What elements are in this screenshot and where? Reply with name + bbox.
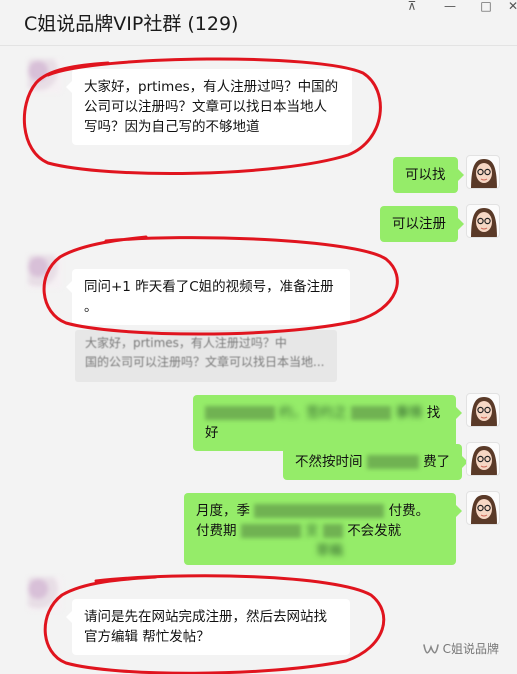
girl-avatar-icon [471, 208, 497, 237]
message-text: 不然按时间 [295, 454, 363, 470]
message-line: 公司可以注册吗？文章可以找日本当地人 [84, 99, 327, 115]
message-line: 。 [84, 299, 98, 315]
redacted-text [205, 406, 275, 420]
redacted-text [240, 524, 301, 538]
chat-area[interactable]: 大家好，prtimes，有人注册过吗？中国的 公司可以注册吗？文章可以找日本当地… [0, 47, 517, 674]
message-line: 文 [305, 523, 319, 539]
girl-avatar-icon [471, 495, 497, 524]
message-line: 请问是先在网站完成注册，然后去网站找 [84, 609, 327, 625]
avatar[interactable] [466, 491, 500, 525]
avatar[interactable] [28, 255, 62, 289]
message-line: 官方编辑 帮忙发帖？ [84, 629, 210, 645]
message-text: 事情 [395, 405, 423, 421]
message-line: 付费期 [196, 523, 237, 539]
avatar[interactable] [466, 204, 500, 238]
message-bubble-outgoing[interactable]: 可以注册 [380, 206, 464, 242]
message-text: 可以注册 [392, 216, 446, 232]
maximize-icon[interactable]: □ [476, 0, 496, 14]
message-bubble-outgoing[interactable]: 不然按时间 费了 [283, 444, 469, 480]
message-line: 写吗？因为自己写的不够地道 [84, 119, 260, 135]
message-bubble-incoming[interactable]: 大家好，prtimes，有人注册过吗？中国的 公司可以注册吗？文章可以找日本当地… [66, 69, 352, 145]
message-text: 约，签约之 [279, 405, 347, 421]
message-line: 草稿 [316, 543, 343, 559]
message-bubble-incoming[interactable]: 请问是先在网站完成注册，然后去网站找 官方编辑 帮忙发帖？ [66, 599, 350, 655]
message-line: 大家好，prtimes，有人注册过吗？中国的 [84, 79, 339, 95]
redacted-text [254, 504, 385, 518]
watermark-text: C姐说品牌 [442, 642, 499, 656]
pin-icon[interactable]: ⊼ [402, 0, 422, 14]
avatar[interactable] [28, 59, 62, 93]
avatar[interactable] [466, 393, 500, 427]
close-icon[interactable]: ✕ [503, 0, 517, 14]
title-bar: C姐说品牌VIP社群 (129) ⊼ — □ ✕ [0, 0, 517, 46]
wechat-channel-icon [422, 643, 439, 654]
message-line: 月度，季 [196, 503, 250, 519]
message-line: 付费。 [388, 503, 430, 519]
avatar[interactable] [466, 155, 500, 189]
message-line: 同问+1 昨天看了C姐的视频号，准备注册 [84, 279, 334, 295]
girl-avatar-icon [471, 397, 497, 426]
message-bubble-outgoing[interactable]: 可以找 [393, 157, 463, 193]
minimize-icon[interactable]: — [440, 0, 460, 14]
message-bubble-outgoing[interactable]: 约，签约之 事情 找好 [193, 395, 462, 451]
redacted-text [366, 455, 419, 469]
quote-line: 大家好，prtimes，有人注册过吗？中 [85, 336, 287, 350]
redacted-text [322, 524, 343, 538]
quoted-message[interactable]: 大家好，prtimes，有人注册过吗？中 国的公司可以注册吗？文章可以找日本当地… [75, 330, 337, 382]
message-text: 费了 [423, 454, 451, 470]
girl-avatar-icon [471, 446, 497, 475]
watermark: C姐说品牌 [422, 640, 499, 657]
avatar[interactable] [28, 577, 62, 611]
girl-avatar-icon [471, 159, 497, 188]
message-bubble-incoming[interactable]: 同问+1 昨天看了C姐的视频号，准备注册 。 [66, 269, 350, 325]
message-bubble-outgoing[interactable]: 月度，季 付费。 付费期 文 不会发就 草稿 [184, 493, 462, 565]
chat-title: C姐说品牌VIP社群 (129) [24, 13, 239, 35]
message-text: 可以找 [405, 167, 446, 183]
avatar[interactable] [466, 442, 500, 476]
redacted-text [351, 406, 392, 420]
quote-line: 国的公司可以注册吗？文章可以找日本当地... [85, 355, 325, 369]
message-line: 不会发就 [347, 523, 402, 539]
